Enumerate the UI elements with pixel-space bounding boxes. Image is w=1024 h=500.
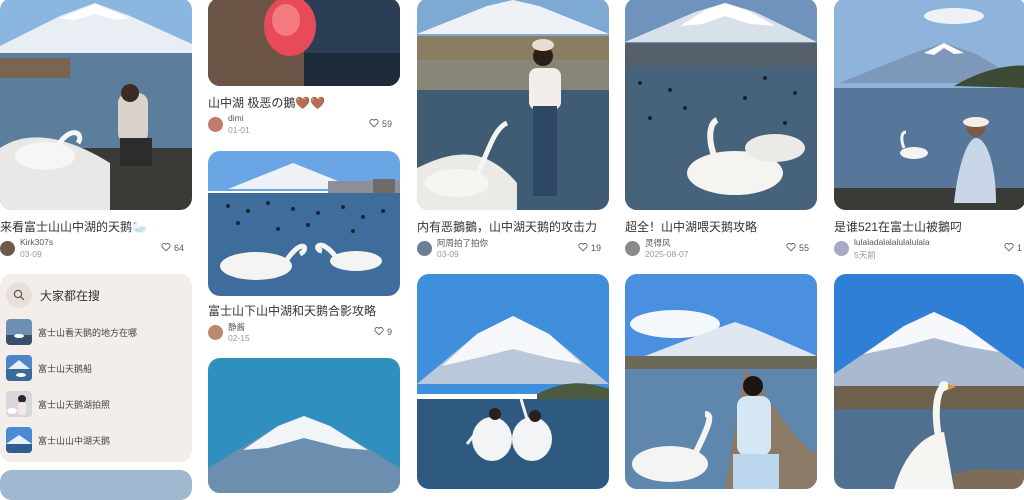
note-card[interactable] [417, 274, 609, 489]
note-cover-image[interactable] [0, 470, 192, 500]
note-cover-image[interactable] [417, 0, 609, 210]
note-cover-image[interactable] [417, 274, 609, 489]
like-count: 19 [590, 243, 601, 253]
heart-icon [374, 326, 384, 338]
search-item-label: 富士山天鹅湖拍照 [38, 399, 111, 410]
trending-search-title: 大家都在搜 [40, 288, 101, 303]
author-avatar[interactable] [417, 241, 432, 256]
like-button[interactable]: 1 [1004, 242, 1022, 254]
like-count: 1 [1016, 243, 1022, 253]
note-date: 5天前 [854, 250, 876, 260]
note-meta: dimi 01-01 59 [208, 113, 400, 139]
note-date: 03-09 [20, 249, 42, 259]
search-item-thumbnail [6, 355, 32, 381]
heart-icon [1004, 242, 1014, 254]
note-cover-image[interactable] [208, 358, 400, 493]
note-cover-image[interactable] [625, 0, 817, 210]
note-card[interactable]: 内有恶鵝鵝，山中湖天鹅的攻击力 阿周拍了拍你 03-09 19 [417, 0, 609, 262]
like-button[interactable]: 9 [374, 326, 392, 338]
note-date: 03-09 [437, 249, 459, 259]
search-icon [6, 282, 32, 308]
note-card[interactable] [834, 274, 1024, 489]
note-cover-image[interactable] [834, 274, 1024, 489]
like-button[interactable]: 64 [161, 242, 184, 254]
note-card[interactable]: 富士山下山中湖和天鹅合影攻略 静酱 02-15 9 [208, 151, 400, 347]
note-card[interactable] [0, 470, 192, 500]
author-name[interactable]: Kirk307s [20, 237, 53, 247]
note-date: 02-15 [228, 333, 250, 343]
note-cover-image[interactable] [0, 0, 192, 210]
trending-search-item[interactable]: 富士山天鹅湖拍照 [6, 391, 110, 417]
author-avatar[interactable] [834, 241, 849, 256]
like-count: 55 [798, 243, 809, 253]
author-avatar[interactable] [0, 241, 15, 256]
trending-search-item[interactable]: 富士山看天鹅的地方在哪 [6, 319, 137, 345]
author-name[interactable]: 灵得风 [645, 237, 671, 249]
author-name[interactable]: 阿周拍了拍你 [437, 237, 488, 249]
author-name[interactable]: dimi [228, 113, 244, 123]
note-title[interactable]: 是谁521在富士山被鵝叼 [834, 219, 1024, 235]
search-item-label: 富士山看天鹅的地方在哪 [38, 327, 138, 338]
search-item-thumbnail [6, 427, 32, 453]
note-cover-image[interactable] [625, 274, 817, 489]
author-name[interactable]: lulaladalalalulalulala [854, 237, 930, 247]
heart-icon [786, 242, 796, 254]
note-card[interactable] [208, 358, 400, 493]
note-meta: 灵得风 2025-08-07 55 [625, 237, 817, 263]
author-avatar[interactable] [208, 117, 223, 132]
note-date: 2025-08-07 [645, 249, 689, 259]
note-card[interactable]: 山中湖 极恶の鵝🤎🤎 dimi 01-01 59 [208, 0, 400, 138]
note-card[interactable] [625, 274, 817, 489]
heart-icon [578, 242, 588, 254]
heart-icon [161, 242, 171, 254]
note-title[interactable]: 超全！山中湖喂天鹅攻略 [625, 219, 817, 235]
like-count: 59 [381, 119, 392, 129]
note-card[interactable]: 超全！山中湖喂天鹅攻略 灵得风 2025-08-07 55 [625, 0, 817, 262]
note-title[interactable]: 富士山下山中湖和天鹅合影攻略 [208, 303, 400, 319]
trending-search-item[interactable]: 富士山天鹅船 [6, 355, 92, 381]
note-date: 01-01 [228, 125, 250, 135]
trending-search-panel: 大家都在搜 富士山看天鹅的地方在哪 富士山天鹅船 富士山天鹅湖拍照 富士山山中湖… [0, 274, 192, 462]
like-button[interactable]: 59 [369, 118, 392, 130]
search-item-label: 富士山山中湖天鹅 [38, 435, 111, 446]
note-meta: 阿周拍了拍你 03-09 19 [417, 237, 609, 263]
note-title[interactable]: 山中湖 极恶の鵝🤎🤎 [208, 95, 400, 111]
author-name[interactable]: 静酱 [228, 321, 245, 333]
like-count: 64 [173, 243, 184, 253]
search-item-thumbnail [6, 319, 32, 345]
like-button[interactable]: 55 [786, 242, 809, 254]
note-card[interactable]: 来看富士山山中湖的天鹅🦢 Kirk307s 03-09 64 [0, 0, 192, 262]
like-count: 9 [386, 327, 392, 337]
note-meta: lulaladalalalulalulala 5天前 1 [834, 237, 1024, 263]
note-cover-image[interactable] [208, 151, 400, 296]
note-card[interactable]: 是谁521在富士山被鵝叼 lulaladalalalulalulala 5天前 … [834, 0, 1024, 262]
heart-icon [369, 118, 379, 130]
author-avatar[interactable] [625, 241, 640, 256]
search-item-thumbnail [6, 391, 32, 417]
trending-search-item[interactable]: 富士山山中湖天鹅 [6, 427, 110, 453]
note-cover-image[interactable] [834, 0, 1024, 210]
trending-search-header: 大家都在搜 [6, 281, 100, 309]
note-cover-image[interactable] [208, 0, 400, 86]
note-title[interactable]: 内有恶鵝鵝，山中湖天鹅的攻击力 [417, 219, 609, 235]
like-button[interactable]: 19 [578, 242, 601, 254]
note-meta: 静酱 02-15 9 [208, 321, 400, 347]
note-title[interactable]: 来看富士山山中湖的天鹅🦢 [0, 219, 192, 235]
search-item-label: 富士山天鹅船 [38, 363, 93, 374]
author-avatar[interactable] [208, 325, 223, 340]
note-meta: Kirk307s 03-09 64 [0, 237, 192, 263]
